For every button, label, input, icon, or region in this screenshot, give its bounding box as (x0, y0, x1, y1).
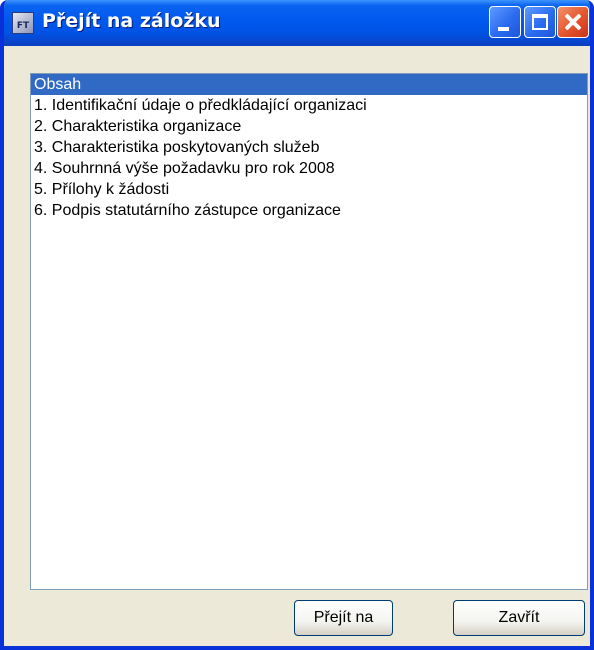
window-title: Přejít na záložku (42, 10, 221, 32)
title-bar[interactable]: FT Přejít na záložku (4, 0, 590, 46)
maximize-icon (532, 14, 548, 30)
go-to-button[interactable]: Přejít na (294, 600, 393, 636)
list-item-signature[interactable]: 6. Podpis statutárního zástupce organiza… (31, 200, 587, 221)
list-item-contents[interactable]: Obsah (31, 74, 587, 95)
close-window-button[interactable] (557, 6, 589, 38)
goto-bookmark-dialog: FT Přejít na záložku Obsah 1. Identifika… (0, 0, 594, 650)
close-button[interactable]: Zavřít (453, 600, 585, 636)
list-item-attachments[interactable]: 5. Přílohy k žádosti (31, 179, 587, 200)
minimize-icon (498, 27, 509, 31)
close-icon (558, 7, 588, 37)
list-item-identification[interactable]: 1. Identifikační údaje o předkládající o… (31, 95, 587, 116)
maximize-button[interactable] (524, 6, 556, 38)
ft-app-icon: FT (12, 12, 34, 34)
bookmark-list[interactable]: Obsah 1. Identifikační údaje o předkláda… (30, 73, 588, 590)
list-item-request-amount[interactable]: 4. Souhrnná výše požadavku pro rok 2008 (31, 158, 587, 179)
minimize-button[interactable] (489, 6, 521, 38)
list-item-organization[interactable]: 2. Charakteristika organizace (31, 116, 587, 137)
list-item-services[interactable]: 3. Charakteristika poskytovaných služeb (31, 137, 587, 158)
